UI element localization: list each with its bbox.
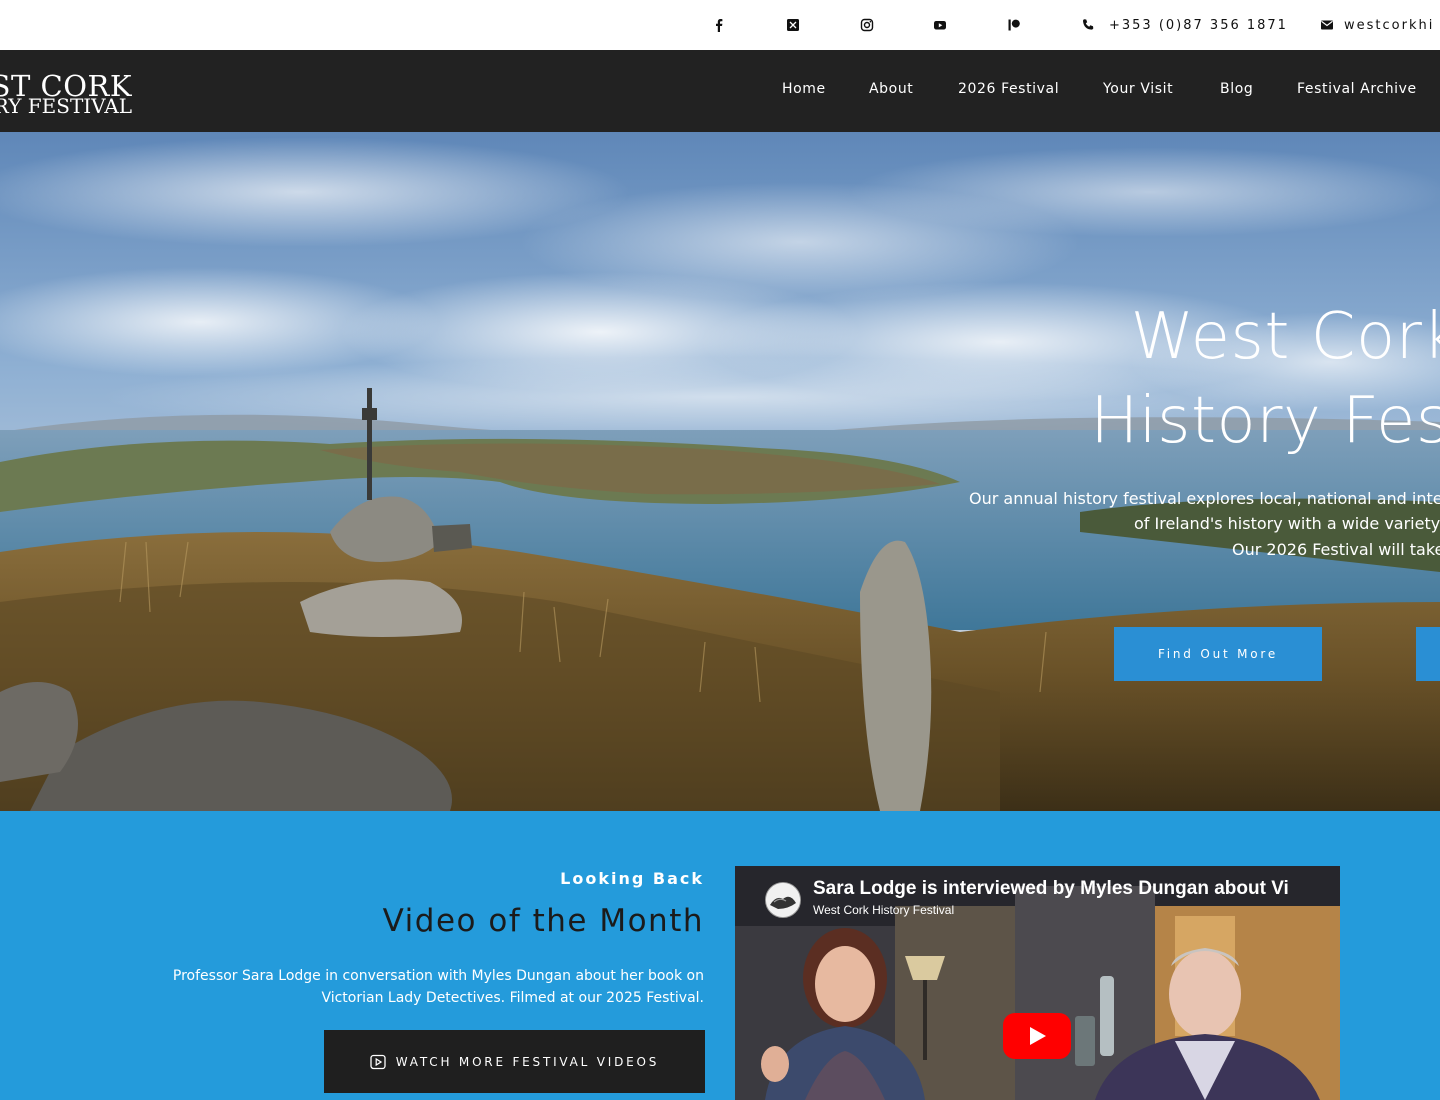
nav-2026-festival[interactable]: 2026 Festival	[958, 81, 1059, 101]
youtube-icon[interactable]	[931, 16, 949, 34]
hero-text-line2: of Ireland's history with a wide variety…	[1134, 514, 1440, 533]
email-contact[interactable]: westcorkhi	[1320, 15, 1434, 35]
envelope-icon	[1320, 18, 1334, 32]
main-navbar: WEST CORK HISTORY FESTIVAL Home About 20…	[0, 50, 1440, 132]
video-thumbnail	[735, 866, 1340, 1100]
hero-title-line1: West Cork	[1130, 300, 1440, 374]
phone-icon	[1081, 18, 1095, 32]
watch-more-videos-label: WATCH MORE FESTIVAL VIDEOS	[395, 1054, 660, 1069]
video-play-icon	[370, 1054, 386, 1070]
phone-contact[interactable]: +353 (0)87 356 1871	[1081, 15, 1288, 35]
hero-text-line1: Our annual history festival explores loc…	[969, 489, 1440, 508]
find-out-more-button[interactable]: Find Out More	[1114, 627, 1322, 681]
nav-about[interactable]: About	[869, 81, 913, 101]
hero-text-line3: Our 2026 Festival will take place	[1232, 540, 1440, 559]
video-channel-name[interactable]: West Cork History Festival	[813, 903, 954, 917]
top-utility-bar: +353 (0)87 356 1871 westcorkhi	[0, 0, 1440, 50]
section-description: Professor Sara Lodge in conversation wit…	[172, 968, 704, 1006]
patreon-icon[interactable]	[1005, 16, 1023, 34]
logo-line2: HISTORY FESTIVAL	[0, 94, 132, 114]
nav-blog[interactable]: Blog	[1220, 81, 1253, 101]
phone-number: +353 (0)87 356 1871	[1109, 17, 1288, 33]
video-title[interactable]: Sara Lodge is interviewed by Myles Dunga…	[813, 878, 1289, 900]
hero-landscape-image	[0, 132, 1440, 811]
email-address: westcorkhi	[1344, 17, 1435, 33]
youtube-video-embed[interactable]: Sara Lodge is interviewed by Myles Dunga…	[735, 866, 1340, 1100]
site-logo[interactable]: WEST CORK HISTORY FESTIVAL	[0, 72, 132, 114]
facebook-icon[interactable]	[710, 16, 728, 34]
video-of-the-month-section: Looking Back Video of the Month Professo…	[0, 811, 1440, 1100]
nav-your-visit[interactable]: Your Visit	[1103, 81, 1173, 101]
watch-more-videos-button[interactable]: WATCH MORE FESTIVAL VIDEOS	[324, 1030, 705, 1093]
hero-section: West Cork History Festival Our annual hi…	[0, 132, 1440, 811]
youtube-play-button[interactable]	[1003, 1013, 1071, 1059]
section-title: Video of the Month	[382, 903, 704, 939]
hero-title-line2: History Festival	[1090, 384, 1440, 458]
hero-secondary-button[interactable]	[1416, 627, 1440, 681]
play-icon	[1003, 1013, 1071, 1059]
instagram-icon[interactable]	[858, 16, 876, 34]
section-kicker: Looking Back	[560, 869, 704, 888]
channel-avatar[interactable]	[765, 882, 801, 918]
nav-festival-archive[interactable]: Festival Archive	[1297, 81, 1417, 101]
nav-home[interactable]: Home	[782, 81, 826, 101]
x-twitter-icon[interactable]	[784, 16, 802, 34]
